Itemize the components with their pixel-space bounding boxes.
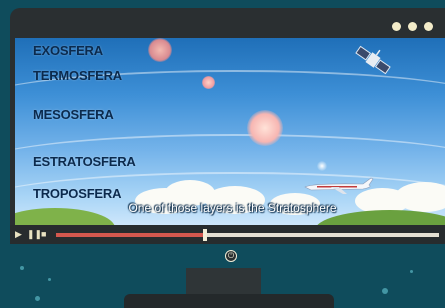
window-dot-icon[interactable] [392, 22, 401, 31]
satellite-icon [355, 45, 391, 75]
pause-icon[interactable]: ❚❚ [27, 230, 42, 239]
stop-icon[interactable]: ■ [41, 230, 46, 239]
background-dot [410, 270, 413, 273]
window-titlebar [10, 8, 445, 38]
layer-label-estratosfera: ESTRATOSFERA [33, 154, 136, 169]
progress-track[interactable] [56, 229, 439, 241]
layer-label-termosfera: TERMOSFERA [33, 68, 123, 83]
background-dot [20, 266, 24, 270]
layer-label-troposfera: TROPOSFERA [33, 186, 122, 201]
video-screen[interactable]: EXOSFERA TERMOSFERA MESOSFERA ESTRATOSFE… [15, 38, 445, 225]
window-dot-icon[interactable] [408, 22, 417, 31]
layer-label-mesosfera: MESOSFERA [33, 107, 114, 122]
monitor-stand-base [124, 294, 334, 308]
glow-orb [202, 76, 215, 89]
player-controls: ▶ ❚❚ ■ [10, 225, 445, 244]
background-dot [48, 278, 51, 281]
monitor: EXOSFERA TERMOSFERA MESOSFERA ESTRATOSFE… [10, 8, 445, 244]
video-subtitle: One of those layers is the Stratosphere [128, 201, 337, 215]
progress-thumb[interactable] [203, 229, 208, 241]
progress-played [56, 233, 206, 237]
power-icon[interactable]: ⏻ [225, 250, 237, 262]
background-dot [35, 296, 40, 301]
background-dot [382, 288, 388, 294]
glow-orb [247, 110, 283, 146]
play-icon[interactable]: ▶ [15, 230, 22, 239]
glow-orb [317, 161, 327, 171]
glow-orb [148, 38, 172, 62]
window-dot-icon[interactable] [424, 22, 433, 31]
layer-label-exosfera: EXOSFERA [33, 43, 103, 58]
